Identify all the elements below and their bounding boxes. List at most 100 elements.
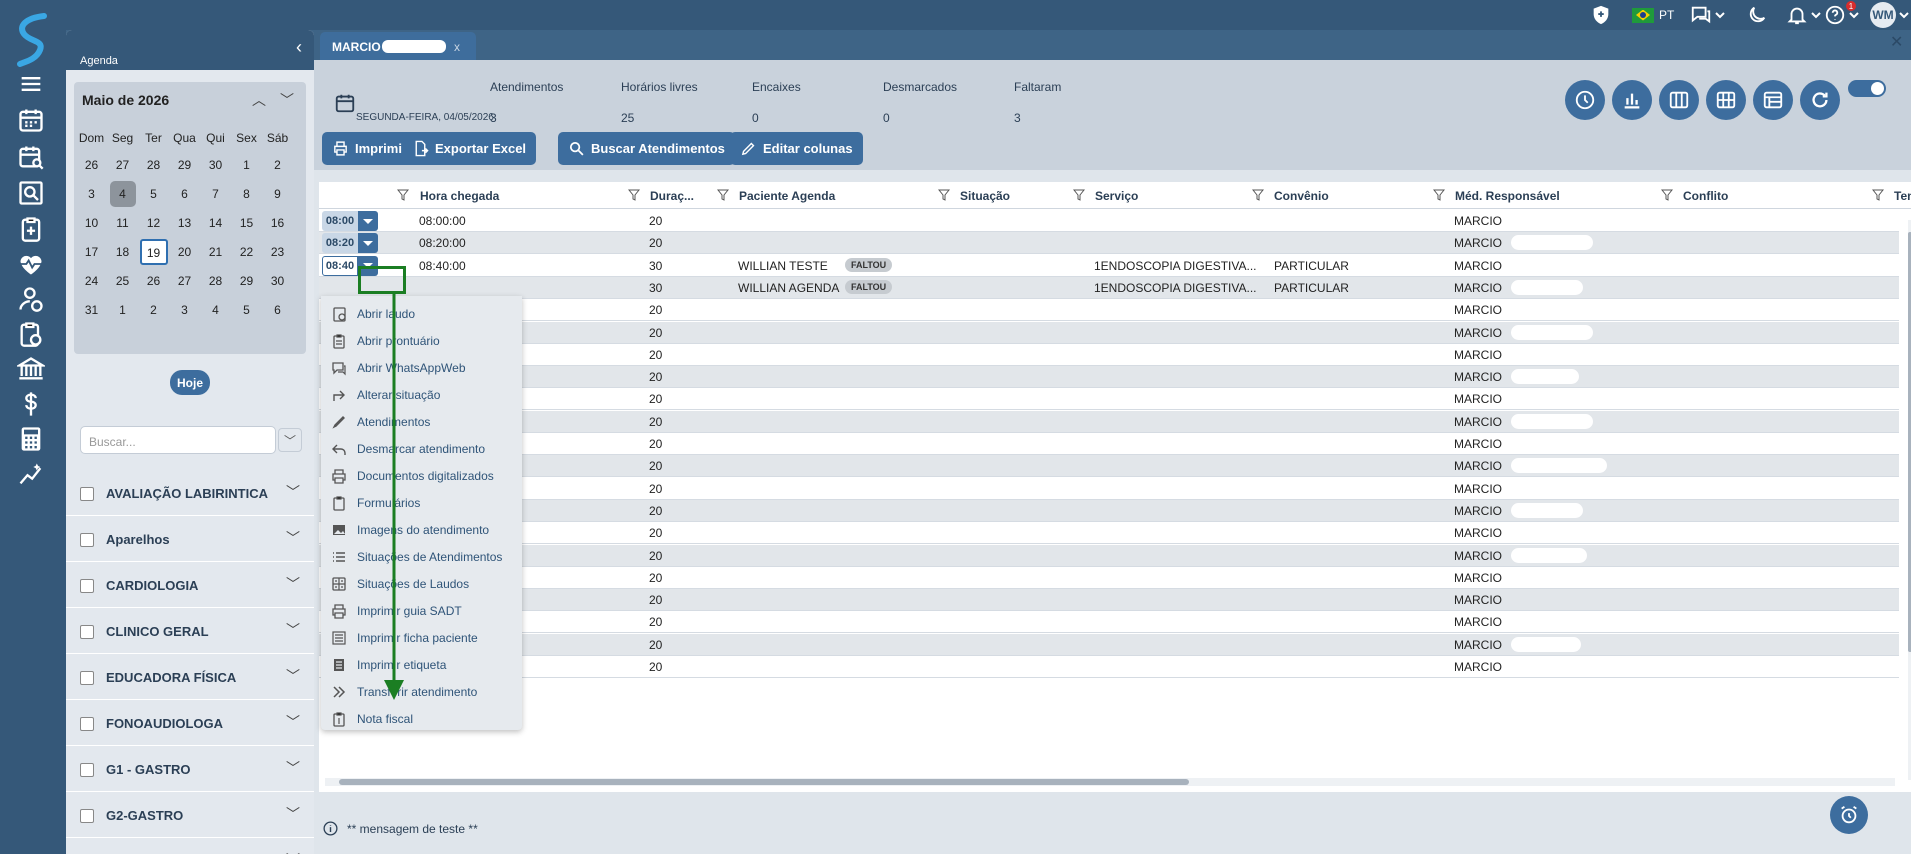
specialty-group[interactable]: G2-GASTRO ﹀ xyxy=(66,792,314,838)
user-menu[interactable]: WM xyxy=(1870,2,1910,28)
language-selector[interactable]: PT xyxy=(1632,4,1674,26)
filter-icon[interactable] xyxy=(1661,189,1673,201)
export-excel-button[interactable]: Exportar Excel xyxy=(402,132,537,165)
heartbeat-icon[interactable] xyxy=(14,247,48,281)
chat-menu[interactable] xyxy=(1690,4,1726,26)
calendar-day[interactable]: 27 xyxy=(169,266,200,295)
table-row[interactable]: 20 MARCIO xyxy=(319,410,1899,433)
specialty-group[interactable]: AVALIAÇÃO LABIRINTICA ﹀ xyxy=(66,470,314,516)
table-row[interactable]: 20 MARCIO xyxy=(319,321,1899,344)
filter-icon[interactable] xyxy=(1433,189,1445,201)
group-checkbox[interactable] xyxy=(80,671,94,685)
chevron-down-icon[interactable]: ﹀ xyxy=(286,758,300,778)
group-checkbox[interactable] xyxy=(80,625,94,639)
table-row[interactable]: 20 MARCIO xyxy=(319,366,1899,389)
alarm-button[interactable] xyxy=(1830,796,1868,834)
chevron-down-icon[interactable]: ﹀ xyxy=(286,804,300,824)
search-input[interactable]: Buscar... xyxy=(80,426,276,454)
calendar-day[interactable]: 4 xyxy=(200,295,231,324)
context-menu-item[interactable]: Alterar situação xyxy=(321,381,522,408)
calendar-search-icon[interactable] xyxy=(14,140,48,174)
column-header[interactable]: Paciente Agenda xyxy=(739,189,835,203)
specialty-group[interactable]: CARDIOLOGIA ﹀ xyxy=(66,562,314,608)
chevron-down-icon[interactable]: ﹀ xyxy=(286,850,300,854)
table-row[interactable]: 20 MARCIO xyxy=(319,522,1899,545)
chart-view-button[interactable] xyxy=(1612,80,1652,120)
group-checkbox[interactable] xyxy=(80,487,94,501)
filter-icon[interactable] xyxy=(717,189,729,201)
columns-view-button[interactable] xyxy=(1659,80,1699,120)
table-row[interactable]: 20 MARCIO xyxy=(319,344,1899,366)
calendar-day[interactable]: 6 xyxy=(262,295,293,324)
filter-icon[interactable] xyxy=(1073,189,1085,201)
user-sync-icon[interactable] xyxy=(14,282,48,316)
calendar-day[interactable]: 21 xyxy=(200,237,231,266)
filter-icon[interactable] xyxy=(397,189,409,201)
calendar-day[interactable]: 8 xyxy=(231,179,262,208)
table-row[interactable]: 20 MARCIO xyxy=(319,567,1899,589)
table-row[interactable]: 20 MARCIO xyxy=(319,499,1899,522)
group-checkbox[interactable] xyxy=(80,579,94,593)
calendar-day[interactable]: 31 xyxy=(76,295,107,324)
horizontal-scrollbar[interactable] xyxy=(325,778,1895,786)
moon-icon[interactable] xyxy=(1746,4,1768,26)
calendar-day[interactable]: 17 xyxy=(76,237,107,266)
calendar-day[interactable]: 30 xyxy=(200,150,231,179)
context-menu-item[interactable]: Imprimir guia SADT xyxy=(321,597,522,624)
calendar-day[interactable]: 3 xyxy=(169,295,200,324)
calendar-day[interactable]: 15 xyxy=(231,208,262,237)
chevron-down-icon[interactable]: ﹀ xyxy=(286,482,300,502)
context-menu-item[interactable]: Imagens do atendimento xyxy=(321,516,522,543)
chevron-down-icon[interactable]: ﹀ xyxy=(286,574,300,594)
column-header[interactable]: Duraç... xyxy=(650,189,694,203)
calendar-day[interactable]: 23 xyxy=(262,237,293,266)
row-menu-button[interactable] xyxy=(358,233,378,254)
grid-view-button[interactable] xyxy=(1706,80,1746,120)
calendar-day[interactable]: 14 xyxy=(200,208,231,237)
calendar-day[interactable]: 5 xyxy=(231,295,262,324)
calendar-day[interactable]: 5 xyxy=(138,179,169,208)
table-row[interactable]: 20 MARCIO xyxy=(319,455,1899,478)
column-header[interactable]: Convênio xyxy=(1274,189,1329,203)
shield-icon[interactable] xyxy=(1590,4,1612,26)
calendar-day[interactable]: 10 xyxy=(76,208,107,237)
calendar-day[interactable]: 1 xyxy=(107,295,138,324)
table-row[interactable]: 30 WILLIAN AGENDA FALTOU 1ENDOSCOPIA DIGEST… xyxy=(319,276,1899,299)
chevron-down-icon[interactable]: ﹀ xyxy=(286,666,300,686)
table-row[interactable]: 08:40 08:40:00 30 WILLIAN TESTE FALTOU 1ENDOS… xyxy=(319,255,1899,277)
chart-sparkle-icon[interactable] xyxy=(14,457,48,491)
calendar-prev-icon[interactable]: ︿ xyxy=(252,90,266,110)
calendar-day[interactable]: 26 xyxy=(138,266,169,295)
table-row[interactable]: 14:4014:40:0020MARCIO xyxy=(319,633,1899,656)
calendar-icon[interactable] xyxy=(14,103,48,137)
view-toggle[interactable] xyxy=(1848,80,1886,97)
column-header[interactable]: Tem xyxy=(1894,189,1911,203)
calculator-icon[interactable] xyxy=(14,422,48,456)
app-logo-icon[interactable] xyxy=(14,12,52,68)
group-checkbox[interactable] xyxy=(80,533,94,547)
calendar-day[interactable]: 13 xyxy=(169,208,200,237)
clipboard-clock-icon[interactable] xyxy=(14,317,48,351)
context-menu-item[interactable]: Nota fiscal xyxy=(321,705,522,732)
column-header[interactable]: Conflito xyxy=(1683,189,1728,203)
search-appointments-button[interactable]: Buscar Atendimentos xyxy=(558,132,735,165)
calendar-day[interactable]: 7 xyxy=(200,179,231,208)
calendar-day[interactable]: 18 xyxy=(107,237,138,266)
context-menu-item[interactable]: Situações de Laudos xyxy=(321,570,522,597)
bank-icon[interactable] xyxy=(14,352,48,386)
table-row[interactable]: 15:0015:00:0020MARCIO xyxy=(319,656,1899,678)
calendar-day[interactable]: 11 xyxy=(107,208,138,237)
filter-icon[interactable] xyxy=(628,189,640,201)
time-slot-chip[interactable]: 08:00 xyxy=(322,211,378,231)
clock-view-button[interactable] xyxy=(1565,80,1605,120)
today-button[interactable]: Hoje xyxy=(170,370,210,395)
specialty-group[interactable]: GASTRO/HEPATOLOGISTA﹀ xyxy=(66,838,314,854)
specialty-group[interactable]: EDUCADORA FÍSICA ﹀ xyxy=(66,654,314,700)
calendar-day[interactable]: 20 xyxy=(169,237,200,266)
filter-icon[interactable] xyxy=(1252,189,1264,201)
context-menu-item[interactable]: Formulários xyxy=(321,489,522,516)
search-icon[interactable] xyxy=(14,176,48,210)
column-header[interactable]: Serviço xyxy=(1095,189,1138,203)
table-row[interactable]: 20 MARCIO xyxy=(319,589,1899,612)
calendar-day[interactable]: 2 xyxy=(262,150,293,179)
